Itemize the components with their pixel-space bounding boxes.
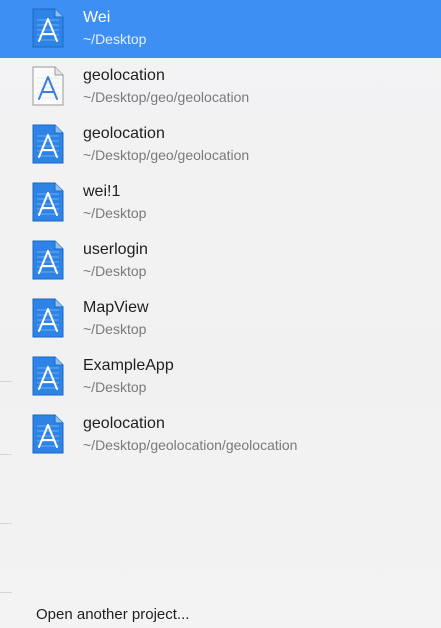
separator: [0, 381, 12, 382]
separator: [0, 523, 12, 524]
xcode-project-icon: [31, 240, 65, 280]
recent-projects-panel: Wei ~/Desktop geolocation ~/Desktop/geo/…: [0, 0, 441, 628]
project-path: ~/Desktop: [83, 379, 147, 395]
project-name: ExampleApp: [83, 357, 174, 374]
project-item-wei1[interactable]: wei!1 ~/Desktop: [0, 174, 441, 232]
xcode-project-icon: [31, 356, 65, 396]
project-path: ~/Desktop: [83, 321, 147, 337]
project-item-wei[interactable]: Wei ~/Desktop: [0, 0, 441, 58]
project-path: ~/Desktop/geo/geolocation: [83, 147, 250, 163]
project-name: wei!1: [83, 183, 121, 200]
xcode-workspace-icon: [31, 66, 65, 106]
project-path: ~/Desktop/geo/geolocation: [83, 89, 250, 105]
project-item-geolocation[interactable]: geolocation ~/Desktop/geo/geolocation: [0, 58, 441, 116]
project-name: geolocation: [83, 415, 165, 432]
project-path: ~/Desktop: [83, 205, 147, 221]
project-path: ~/Desktop: [83, 263, 147, 279]
project-item-geolocation-3[interactable]: geolocation ~/Desktop/geolocation/geoloc…: [0, 406, 441, 464]
project-item-geolocation-2[interactable]: geolocation ~/Desktop/geo/geolocation: [0, 116, 441, 174]
project-name: geolocation: [83, 67, 165, 84]
open-another-project-button[interactable]: Open another project...: [36, 606, 189, 624]
xcode-project-icon: [31, 124, 65, 164]
project-name: geolocation: [83, 125, 165, 142]
xcode-project-icon: [31, 414, 65, 454]
project-name: userlogin: [83, 241, 148, 258]
project-path: ~/Desktop: [83, 31, 147, 47]
xcode-project-icon: [31, 8, 65, 48]
separator: [0, 454, 12, 455]
separator: [0, 592, 12, 593]
project-path: ~/Desktop/geolocation/geolocation: [83, 437, 298, 453]
xcode-project-icon: [31, 298, 65, 338]
xcode-project-icon: [31, 182, 65, 222]
project-name: MapView: [83, 299, 149, 316]
project-name: Wei: [83, 9, 111, 26]
project-item-mapview[interactable]: MapView ~/Desktop: [0, 290, 441, 348]
recent-projects-list[interactable]: Wei ~/Desktop geolocation ~/Desktop/geo/…: [0, 0, 441, 464]
project-item-userlogin[interactable]: userlogin ~/Desktop: [0, 232, 441, 290]
project-item-exampleapp[interactable]: ExampleApp ~/Desktop: [0, 348, 441, 406]
